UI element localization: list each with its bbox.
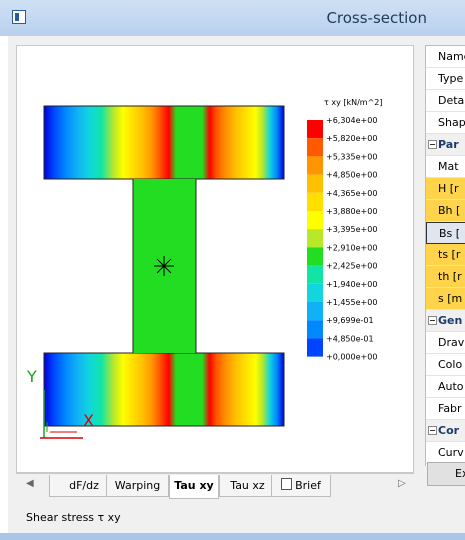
legend-value-label: +5,820e+00 (326, 134, 377, 143)
color-legend: τ xy [kN/m^2] +6,304e+00 +5,820e+00 +5,335… (307, 98, 383, 362)
property-label: Par (438, 138, 459, 151)
status-bar: Shear stress τ xy (16, 505, 414, 531)
window-icon (12, 10, 26, 24)
left-strip (0, 36, 8, 533)
property-label: Auto (438, 380, 464, 393)
property-category[interactable]: Gen (426, 310, 465, 332)
tab-scroll-right-icon[interactable]: ▷ (398, 478, 406, 489)
legend-swatch (307, 211, 323, 230)
stress-plot-canvas[interactable]: Y X τ xy [kN/m^2] +6,304e+00 +5,820e+00 +5… (16, 45, 414, 473)
property-label: Shape (438, 116, 465, 129)
property-grid[interactable]: Name Type Detai Shape Par Mat H [r Bh [ Bs [ ts [… (425, 45, 465, 466)
tab-tau-xy[interactable]: Tau xy (169, 475, 219, 499)
property-row[interactable]: Fabr (426, 398, 465, 420)
tab-scroll-left-icon[interactable]: ◀ (26, 478, 34, 489)
window-title: Cross-section (326, 9, 427, 27)
property-row[interactable]: Detai (426, 90, 465, 112)
legend-title: τ xy [kN/m^2] (324, 98, 383, 107)
legend-swatch (307, 265, 323, 284)
collapse-icon[interactable] (428, 426, 437, 435)
property-label: Curv (438, 446, 464, 459)
legend-swatch (307, 138, 323, 157)
property-row[interactable]: Curv (426, 442, 465, 464)
property-category[interactable]: Cor (426, 420, 465, 442)
legend-value-label: +2,425e+00 (326, 262, 377, 271)
brief-document-icon (281, 478, 293, 490)
legend-value-label: +3,395e+00 (326, 225, 377, 234)
collapse-icon[interactable] (428, 140, 437, 149)
property-row[interactable]: Mat (426, 156, 465, 178)
property-label: Bh [ (438, 204, 461, 217)
legend-swatch (307, 156, 323, 175)
legend-value-label: +1,455e+00 (326, 298, 377, 307)
property-label: Colo (438, 358, 463, 371)
axis-x-label: X (83, 411, 94, 430)
legend-value-label: +3,880e+00 (326, 207, 377, 216)
legend-value-label: +4,850e+00 (326, 171, 377, 180)
legend-value-label: +0,000e+00 (326, 353, 377, 362)
property-row[interactable]: Name (426, 46, 465, 68)
legend-value-label: +5,335e+00 (326, 152, 377, 161)
title-bar[interactable]: Cross-section (0, 0, 465, 36)
property-label: Gen (438, 314, 463, 327)
property-row[interactable]: Bs [ (426, 222, 465, 244)
property-row[interactable]: Type (426, 68, 465, 90)
legend-value-label: +6,304e+00 (326, 116, 377, 125)
ex-button[interactable]: Ex (427, 462, 465, 486)
property-row[interactable]: Colo (426, 354, 465, 376)
collapse-icon[interactable] (428, 316, 437, 325)
tab-tau-xz[interactable]: Tau xz (219, 475, 276, 497)
property-label: Fabr (438, 402, 462, 415)
tab-warping[interactable]: Warping (106, 475, 169, 497)
legend-swatch (307, 338, 323, 357)
property-label: Type (438, 72, 464, 85)
property-label: th [r (438, 270, 462, 283)
property-label: s [m (438, 292, 463, 305)
property-row[interactable]: Shape (426, 112, 465, 134)
status-text: Shear stress τ xy (26, 511, 121, 524)
property-label: Drav (438, 336, 465, 349)
legend-swatch (307, 283, 323, 302)
property-label: Bs [ (439, 227, 461, 240)
legend-swatch (307, 174, 323, 193)
legend-swatch (307, 120, 323, 139)
property-label: ts [r (438, 248, 461, 261)
property-row[interactable]: s [m (426, 288, 465, 310)
property-label: H [r (438, 182, 459, 195)
bottom-flange (43, 352, 285, 427)
property-label: Name (438, 50, 465, 63)
legend-swatch (307, 302, 323, 321)
legend-value-label: +4,850e-01 (326, 334, 374, 343)
property-row[interactable]: Auto (426, 376, 465, 398)
property-row[interactable]: th [r (426, 266, 465, 288)
property-row[interactable]: H [r (426, 178, 465, 200)
centroid-marker-icon (154, 256, 174, 276)
property-row[interactable]: Bh [ (426, 200, 465, 222)
property-label: Cor (438, 424, 460, 437)
tab-brief[interactable]: Brief (271, 475, 331, 497)
legend-swatch (307, 247, 323, 266)
legend-value-label: +9,699e-01 (326, 316, 374, 325)
legend-swatch (307, 229, 323, 248)
legend-value-label: +4,365e+00 (326, 189, 377, 198)
property-label: Mat (438, 160, 459, 173)
axis-y-label: Y (26, 367, 37, 386)
property-row[interactable]: ts [r (426, 244, 465, 266)
legend-swatch (307, 320, 323, 339)
legend-value-label: +2,910e+00 (326, 243, 377, 252)
view-tab-bar: ◀ dF/dz Warping Tau xy Tau xz Brief ▷ (16, 473, 414, 499)
legend-value-label: +1,940e+00 (326, 280, 377, 289)
property-label: Detai (438, 94, 465, 107)
property-row[interactable]: Drav (426, 332, 465, 354)
property-category[interactable]: Par (426, 134, 465, 156)
legend-swatch (307, 192, 323, 211)
cross-section-window: Cross-section Y X τ xy [kN/m^2] +6,304e+… (0, 0, 465, 540)
top-flange (43, 105, 285, 180)
